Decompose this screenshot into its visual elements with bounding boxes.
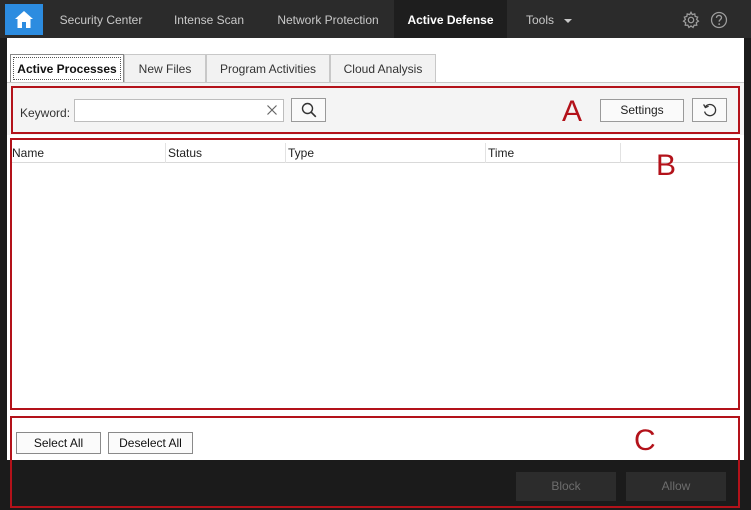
annotation-label-c: C [634, 424, 656, 457]
tab-program-activities[interactable]: Program Activities [206, 54, 330, 83]
nav-security-center[interactable]: Security Center [46, 0, 156, 38]
tab-new-files[interactable]: New Files [124, 54, 206, 83]
home-button[interactable] [5, 4, 43, 35]
annotation-label-b: B [656, 149, 677, 182]
top-nav-bar: Security Center Intense Scan Network Pro… [0, 0, 751, 38]
chevron-down-icon [564, 19, 572, 23]
annotation-label-a: A [562, 95, 583, 128]
home-icon [15, 11, 33, 28]
annotation-box-b [10, 138, 740, 410]
nav-intense-scan[interactable]: Intense Scan [156, 0, 262, 38]
help-icon[interactable] [710, 11, 728, 29]
nav-network-protection[interactable]: Network Protection [262, 0, 394, 38]
gear-icon[interactable] [682, 11, 700, 29]
tab-cloud-analysis[interactable]: Cloud Analysis [330, 54, 436, 83]
annotation-box-a [11, 86, 740, 134]
nav-tools[interactable]: Tools [507, 0, 569, 38]
nav-active-defense[interactable]: Active Defense [394, 0, 507, 38]
tab-active-processes[interactable]: Active Processes [10, 54, 124, 83]
annotation-box-c [10, 416, 740, 508]
